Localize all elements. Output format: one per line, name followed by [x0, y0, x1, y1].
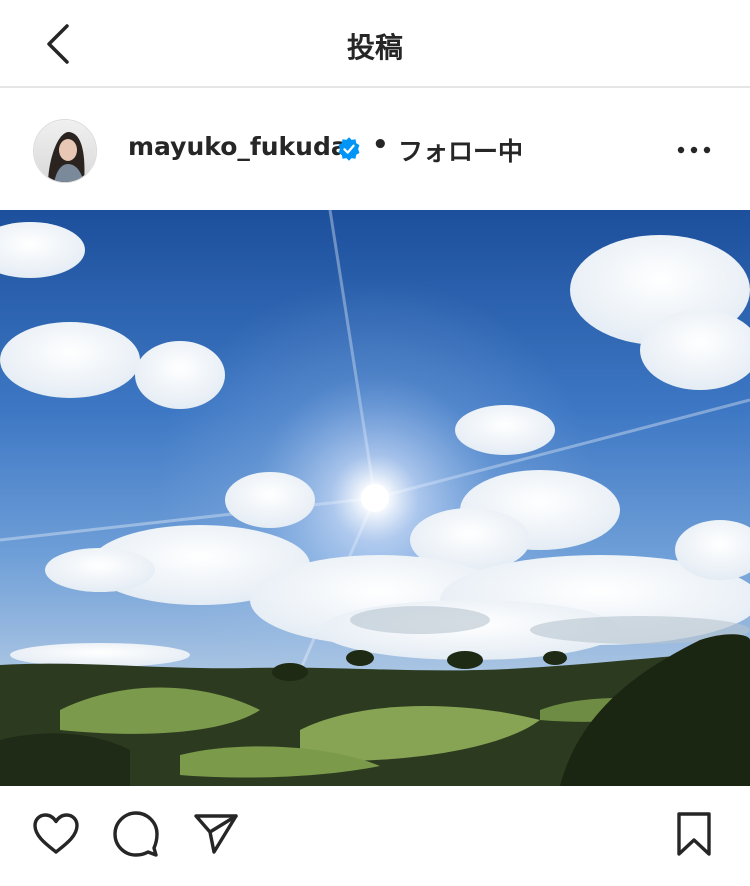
share-button[interactable] — [192, 810, 240, 858]
send-icon — [194, 814, 238, 854]
top-navigation-bar: 投稿 — [0, 0, 750, 88]
post-header: mayuko_fukuda • フォロー中 — [0, 90, 750, 208]
comment-button[interactable] — [112, 810, 160, 858]
save-button[interactable] — [670, 810, 718, 858]
comment-icon — [113, 811, 159, 857]
heart-icon — [33, 813, 79, 854]
like-button[interactable] — [32, 810, 80, 858]
avatar-image — [34, 120, 96, 182]
verified-badge-icon — [338, 137, 360, 161]
post-image[interactable] — [0, 210, 750, 786]
separator-dot: • — [372, 130, 389, 160]
post-action-bar — [0, 786, 750, 886]
more-horizontal-icon — [677, 146, 711, 154]
bookmark-icon — [677, 812, 711, 856]
more-options-button[interactable] — [672, 130, 716, 170]
page-title: 投稿 — [346, 31, 403, 64]
username[interactable]: mayuko_fukuda — [128, 132, 348, 161]
following-button[interactable]: フォロー中 — [398, 132, 523, 168]
avatar[interactable] — [33, 119, 97, 183]
landscape-photo — [0, 210, 750, 786]
